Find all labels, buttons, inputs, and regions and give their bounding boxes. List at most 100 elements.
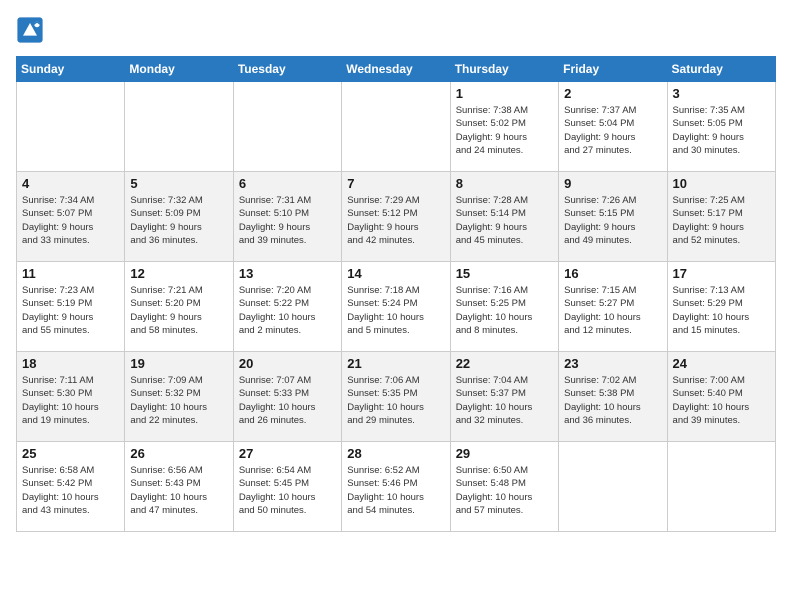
day-number: 20: [239, 356, 336, 371]
day-number: 17: [673, 266, 770, 281]
day-number: 2: [564, 86, 661, 101]
calendar-cell: [667, 442, 775, 532]
day-info: Sunrise: 7:20 AM Sunset: 5:22 PM Dayligh…: [239, 284, 336, 337]
week-row-1: 1 Sunrise: 7:38 AM Sunset: 5:02 PM Daylig…: [17, 82, 776, 172]
col-header-monday: Monday: [125, 57, 233, 82]
day-info: Sunrise: 7:32 AM Sunset: 5:09 PM Dayligh…: [130, 194, 227, 247]
header: [16, 16, 776, 44]
calendar-cell: 13 Sunrise: 7:20 AM Sunset: 5:22 PM Dayli…: [233, 262, 341, 352]
col-header-sunday: Sunday: [17, 57, 125, 82]
calendar-cell: 21 Sunrise: 7:06 AM Sunset: 5:35 PM Dayli…: [342, 352, 450, 442]
day-number: 28: [347, 446, 444, 461]
calendar-cell: 10 Sunrise: 7:25 AM Sunset: 5:17 PM Dayli…: [667, 172, 775, 262]
calendar-cell: 25 Sunrise: 6:58 AM Sunset: 5:42 PM Dayli…: [17, 442, 125, 532]
day-info: Sunrise: 7:26 AM Sunset: 5:15 PM Dayligh…: [564, 194, 661, 247]
day-info: Sunrise: 6:52 AM Sunset: 5:46 PM Dayligh…: [347, 464, 444, 517]
calendar-cell: 14Sunrise: 7:18 AM Sunset: 5:24 PM Dayli…: [342, 262, 450, 352]
calendar-cell: 18Sunrise: 7:11 AM Sunset: 5:30 PM Dayli…: [17, 352, 125, 442]
day-info: Sunrise: 7:35 AM Sunset: 5:05 PM Dayligh…: [673, 104, 770, 157]
calendar-cell: 7 Sunrise: 7:29 AM Sunset: 5:12 PM Daylig…: [342, 172, 450, 262]
day-info: Sunrise: 7:00 AM Sunset: 5:40 PM Dayligh…: [673, 374, 770, 427]
day-number: 5: [130, 176, 227, 191]
calendar-cell: 20 Sunrise: 7:07 AM Sunset: 5:33 PM Dayli…: [233, 352, 341, 442]
week-row-2: 4 Sunrise: 7:34 AM Sunset: 5:07 PM Daylig…: [17, 172, 776, 262]
calendar-cell: [342, 82, 450, 172]
day-info: Sunrise: 7:16 AM Sunset: 5:25 PM Dayligh…: [456, 284, 553, 337]
calendar-cell: 27Sunrise: 6:54 AM Sunset: 5:45 PM Dayli…: [233, 442, 341, 532]
col-header-saturday: Saturday: [667, 57, 775, 82]
day-number: 11: [22, 266, 119, 281]
day-number: 1: [456, 86, 553, 101]
day-info: Sunrise: 7:15 AM Sunset: 5:27 PM Dayligh…: [564, 284, 661, 337]
day-number: 23: [564, 356, 661, 371]
day-number: 15: [456, 266, 553, 281]
day-number: 3: [673, 86, 770, 101]
day-info: Sunrise: 7:23 AM Sunset: 5:19 PM Dayligh…: [22, 284, 119, 337]
calendar-cell: 5 Sunrise: 7:32 AM Sunset: 5:09 PM Daylig…: [125, 172, 233, 262]
week-row-3: 11 Sunrise: 7:23 AM Sunset: 5:19 PM Dayli…: [17, 262, 776, 352]
day-number: 25: [22, 446, 119, 461]
calendar-cell: 22 Sunrise: 7:04 AM Sunset: 5:37 PM Dayli…: [450, 352, 558, 442]
day-info: Sunrise: 7:34 AM Sunset: 5:07 PM Dayligh…: [22, 194, 119, 247]
calendar-cell: 23 Sunrise: 7:02 AM Sunset: 5:38 PM Dayli…: [559, 352, 667, 442]
day-info: Sunrise: 7:02 AM Sunset: 5:38 PM Dayligh…: [564, 374, 661, 427]
day-number: 13: [239, 266, 336, 281]
day-number: 8: [456, 176, 553, 191]
calendar-cell: 9 Sunrise: 7:26 AM Sunset: 5:15 PM Daylig…: [559, 172, 667, 262]
col-header-friday: Friday: [559, 57, 667, 82]
calendar-cell: 17 Sunrise: 7:13 AM Sunset: 5:29 PM Dayli…: [667, 262, 775, 352]
day-info: Sunrise: 7:13 AM Sunset: 5:29 PM Dayligh…: [673, 284, 770, 337]
calendar-cell: 6 Sunrise: 7:31 AM Sunset: 5:10 PM Daylig…: [233, 172, 341, 262]
day-number: 10: [673, 176, 770, 191]
day-info: Sunrise: 7:06 AM Sunset: 5:35 PM Dayligh…: [347, 374, 444, 427]
day-info: Sunrise: 7:07 AM Sunset: 5:33 PM Dayligh…: [239, 374, 336, 427]
calendar-cell: [559, 442, 667, 532]
day-number: 19: [130, 356, 227, 371]
day-number: 7: [347, 176, 444, 191]
calendar-cell: 3 Sunrise: 7:35 AM Sunset: 5:05 PM Daylig…: [667, 82, 775, 172]
day-info: Sunrise: 7:28 AM Sunset: 5:14 PM Dayligh…: [456, 194, 553, 247]
day-info: Sunrise: 7:18 AM Sunset: 5:24 PM Dayligh…: [347, 284, 444, 337]
calendar-cell: 12 Sunrise: 7:21 AM Sunset: 5:20 PM Dayli…: [125, 262, 233, 352]
calendar-cell: 26 Sunrise: 6:56 AM Sunset: 5:43 PM Dayli…: [125, 442, 233, 532]
calendar-header-row: SundayMondayTuesdayWednesdayThursdayFrid…: [17, 57, 776, 82]
day-info: Sunrise: 7:04 AM Sunset: 5:37 PM Dayligh…: [456, 374, 553, 427]
calendar-cell: [17, 82, 125, 172]
week-row-5: 25 Sunrise: 6:58 AM Sunset: 5:42 PM Dayli…: [17, 442, 776, 532]
day-number: 9: [564, 176, 661, 191]
day-info: Sunrise: 7:37 AM Sunset: 5:04 PM Dayligh…: [564, 104, 661, 157]
day-info: Sunrise: 6:58 AM Sunset: 5:42 PM Dayligh…: [22, 464, 119, 517]
day-number: 21: [347, 356, 444, 371]
day-info: Sunrise: 7:31 AM Sunset: 5:10 PM Dayligh…: [239, 194, 336, 247]
calendar-cell: [233, 82, 341, 172]
day-number: 12: [130, 266, 227, 281]
day-number: 24: [673, 356, 770, 371]
col-header-thursday: Thursday: [450, 57, 558, 82]
day-info: Sunrise: 7:25 AM Sunset: 5:17 PM Dayligh…: [673, 194, 770, 247]
day-info: Sunrise: 7:21 AM Sunset: 5:20 PM Dayligh…: [130, 284, 227, 337]
day-info: Sunrise: 6:56 AM Sunset: 5:43 PM Dayligh…: [130, 464, 227, 517]
day-info: Sunrise: 7:11 AM Sunset: 5:30 PM Dayligh…: [22, 374, 119, 427]
day-number: 29: [456, 446, 553, 461]
day-info: Sunrise: 7:29 AM Sunset: 5:12 PM Dayligh…: [347, 194, 444, 247]
calendar-cell: 4 Sunrise: 7:34 AM Sunset: 5:07 PM Daylig…: [17, 172, 125, 262]
day-number: 16: [564, 266, 661, 281]
day-number: 6: [239, 176, 336, 191]
day-number: 4: [22, 176, 119, 191]
calendar-cell: 15 Sunrise: 7:16 AM Sunset: 5:25 PM Dayli…: [450, 262, 558, 352]
day-number: 22: [456, 356, 553, 371]
calendar-cell: 29 Sunrise: 6:50 AM Sunset: 5:48 PM Dayli…: [450, 442, 558, 532]
day-number: 26: [130, 446, 227, 461]
calendar-cell: [125, 82, 233, 172]
day-info: Sunrise: 7:38 AM Sunset: 5:02 PM Dayligh…: [456, 104, 553, 157]
calendar-table: SundayMondayTuesdayWednesdayThursdayFrid…: [16, 56, 776, 532]
logo-icon: [16, 16, 44, 44]
calendar-cell: 11 Sunrise: 7:23 AM Sunset: 5:19 PM Dayli…: [17, 262, 125, 352]
day-number: 27: [239, 446, 336, 461]
day-info: Sunrise: 6:50 AM Sunset: 5:48 PM Dayligh…: [456, 464, 553, 517]
calendar-cell: 1 Sunrise: 7:38 AM Sunset: 5:02 PM Daylig…: [450, 82, 558, 172]
week-row-4: 18Sunrise: 7:11 AM Sunset: 5:30 PM Dayli…: [17, 352, 776, 442]
calendar-cell: 28 Sunrise: 6:52 AM Sunset: 5:46 PM Dayli…: [342, 442, 450, 532]
calendar-cell: 16 Sunrise: 7:15 AM Sunset: 5:27 PM Dayli…: [559, 262, 667, 352]
calendar-cell: 19Sunrise: 7:09 AM Sunset: 5:32 PM Dayli…: [125, 352, 233, 442]
